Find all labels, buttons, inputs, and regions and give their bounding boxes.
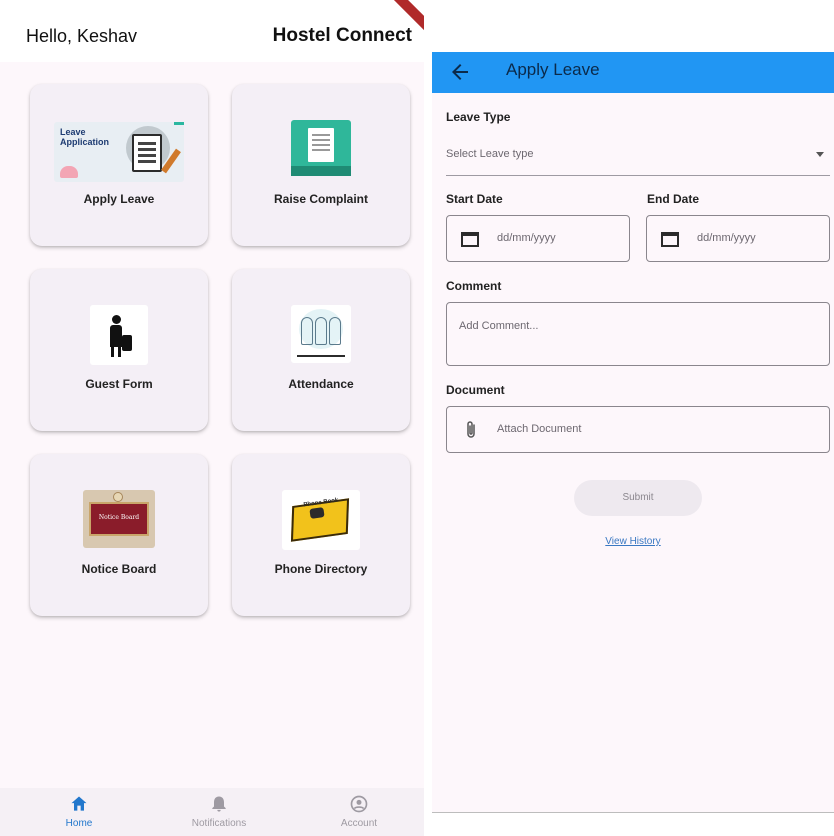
nav-home[interactable]: Home bbox=[34, 794, 124, 829]
guest-form-label: Guest Form bbox=[85, 377, 153, 391]
comment-placeholder: Add Comment... bbox=[459, 320, 539, 332]
phone-directory-label: Phone Directory bbox=[274, 562, 368, 576]
guest-traveler-image bbox=[90, 305, 148, 365]
app-bar: Apply Leave bbox=[432, 52, 834, 93]
start-date-label: Start Date bbox=[446, 192, 503, 206]
comment-label: Comment bbox=[446, 279, 502, 293]
notice-board-label: Notice Board bbox=[81, 562, 157, 576]
notice-board-card[interactable]: Notice Board Notice Board bbox=[30, 454, 208, 616]
start-date-placeholder: dd/mm/yyyy bbox=[497, 232, 556, 244]
view-history-link[interactable]: View History bbox=[432, 536, 834, 547]
nav-notifications-label: Notifications bbox=[191, 818, 247, 829]
phone-book-image: Phone Book bbox=[282, 490, 360, 550]
leave-application-image-text: Leave Application bbox=[60, 127, 109, 147]
apply-leave-card[interactable]: Leave Application Apply Leave bbox=[30, 84, 208, 246]
start-date-field[interactable]: dd/mm/yyyy bbox=[446, 215, 630, 262]
phone-directory-card[interactable]: Phone Book Phone Directory bbox=[232, 454, 410, 616]
divider bbox=[432, 812, 834, 813]
leave-type-dropdown[interactable]: Select Leave type bbox=[446, 142, 830, 176]
page-title: Apply Leave bbox=[506, 60, 600, 79]
debug-banner bbox=[390, 0, 424, 34]
calendar-icon bbox=[461, 232, 479, 247]
end-date-label: End Date bbox=[647, 192, 700, 206]
complaint-clipboard-image bbox=[291, 120, 351, 176]
greeting-text: Hello, Keshav bbox=[26, 26, 138, 46]
account-circle-icon bbox=[350, 795, 368, 813]
nav-home-label: Home bbox=[65, 818, 93, 829]
leave-type-label: Leave Type bbox=[446, 110, 511, 124]
attendance-card[interactable]: Attendance bbox=[232, 269, 410, 431]
attendance-label: Attendance bbox=[288, 377, 354, 391]
nav-notifications[interactable]: Notifications bbox=[174, 794, 264, 829]
home-header: Hello, Keshav Hostel Connect bbox=[0, 0, 424, 62]
comment-textarea[interactable]: Add Comment... bbox=[446, 302, 830, 366]
paperclip-icon bbox=[467, 421, 475, 438]
raise-complaint-card[interactable]: Raise Complaint bbox=[232, 84, 410, 246]
attach-document-placeholder: Attach Document bbox=[497, 423, 582, 435]
home-icon bbox=[71, 796, 87, 811]
apply-leave-label: Apply Leave bbox=[83, 192, 155, 206]
nav-account-label: Account bbox=[340, 818, 378, 829]
attach-document-field[interactable]: Attach Document bbox=[446, 406, 830, 453]
end-date-placeholder: dd/mm/yyyy bbox=[697, 232, 756, 244]
end-date-field[interactable]: dd/mm/yyyy bbox=[646, 215, 830, 262]
leave-type-placeholder: Select Leave type bbox=[446, 148, 534, 160]
calendar-icon bbox=[661, 232, 679, 247]
dropdown-caret-icon bbox=[816, 152, 824, 157]
guest-form-card[interactable]: Guest Form bbox=[30, 269, 208, 431]
leave-application-image: Leave Application bbox=[54, 122, 184, 182]
arrow-left-icon[interactable] bbox=[448, 60, 472, 84]
attendance-people-image bbox=[291, 305, 351, 363]
raise-complaint-label: Raise Complaint bbox=[273, 192, 369, 206]
bell-icon bbox=[212, 796, 226, 812]
apply-leave-screen: Apply Leave Leave Type Select Leave type… bbox=[432, 52, 834, 812]
notice-board-image: Notice Board bbox=[83, 490, 155, 548]
document-label: Document bbox=[446, 383, 505, 397]
notice-board-image-text: Notice Board bbox=[98, 514, 140, 521]
bottom-navigation: Home Notifications Account bbox=[0, 788, 424, 836]
submit-button[interactable]: Submit bbox=[574, 480, 702, 516]
home-screen: Hello, Keshav Hostel Connect Leave Applic… bbox=[0, 0, 424, 836]
nav-account[interactable]: Account bbox=[314, 794, 404, 829]
